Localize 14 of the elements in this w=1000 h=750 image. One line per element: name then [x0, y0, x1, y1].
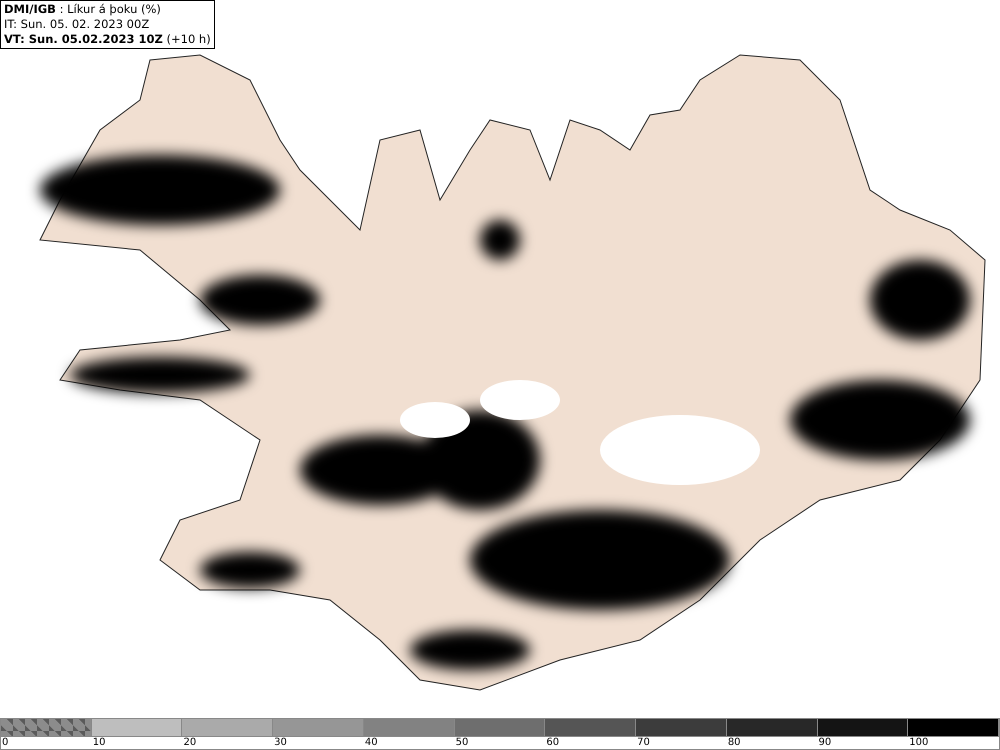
legend-label: 10: [92, 737, 106, 749]
legend-label: 90: [818, 737, 832, 749]
info-text: IT: Sun. 05. 02. 2023 00Z: [4, 17, 150, 32]
info-text: DMI/IGB : Líkur á þoku (%): [4, 2, 162, 17]
legend-label: 70: [636, 737, 651, 749]
legend-label: 40: [364, 737, 379, 749]
legend-label: 0: [1, 737, 10, 749]
legend-label: 50: [454, 737, 470, 749]
legend-label: 60: [545, 737, 560, 749]
legend-label: 100: [908, 737, 930, 749]
legend-label: 30: [273, 737, 288, 749]
legend-label: 20: [182, 737, 198, 749]
info-text: VT: Sun. 05.02.2023 10Z (+10 h): [4, 32, 211, 47]
legend-label: 80: [726, 737, 742, 749]
